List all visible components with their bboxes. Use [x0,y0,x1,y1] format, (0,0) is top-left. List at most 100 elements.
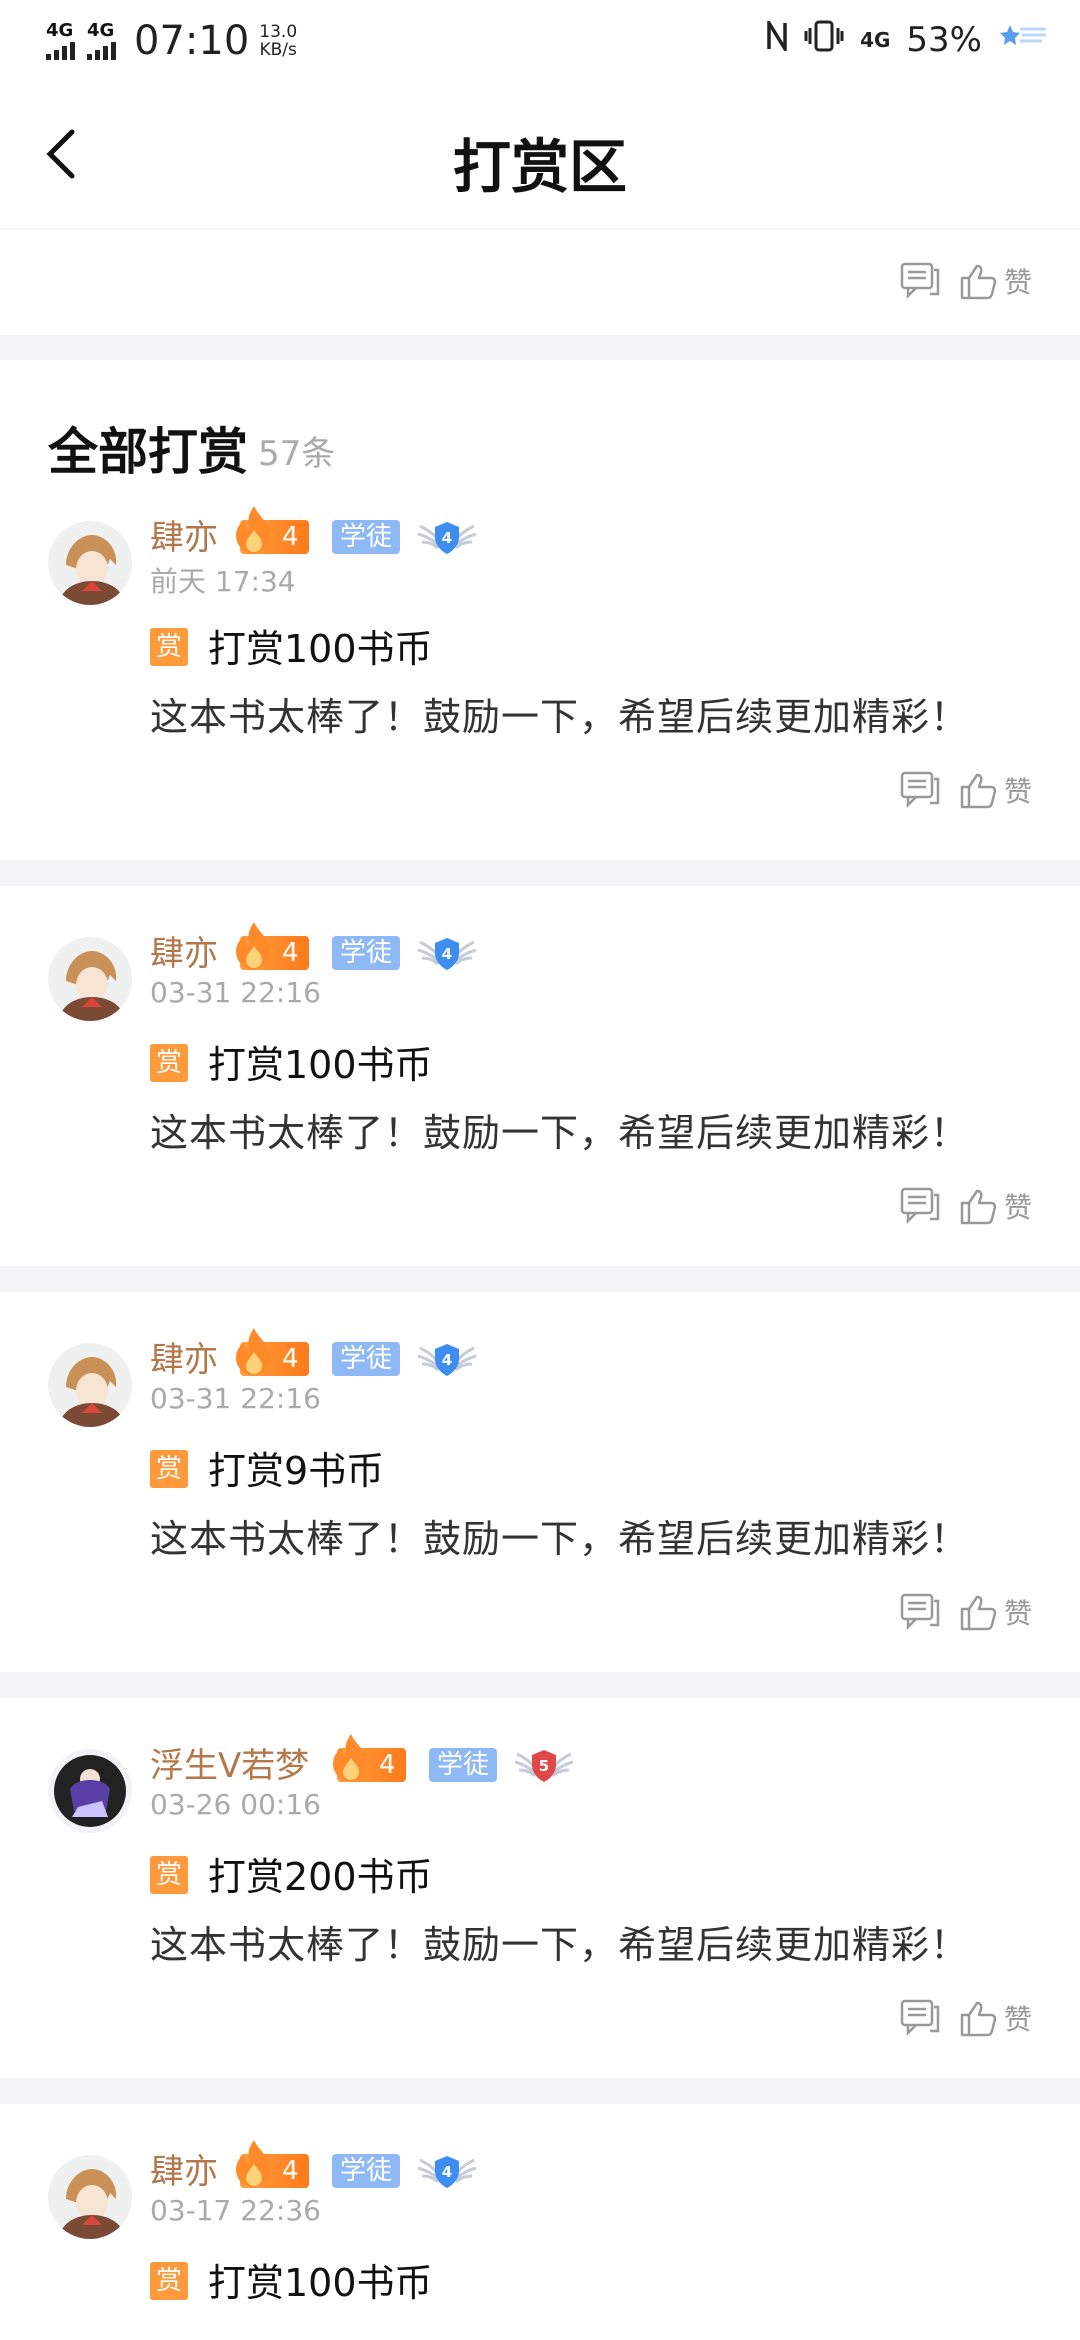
reward-badge: 赏 [150,628,188,666]
comment-button[interactable] [900,1999,940,2037]
username[interactable]: 肆亦 [150,926,218,975]
reward-list-item: 肆亦 4 学徒 4 03-31 22:16 赏打赏9书币 这本书太棒了！鼓励一下，希望后续更… [0,1292,1080,1672]
like-label: 赞 [1003,266,1032,299]
reward-badge: 赏 [150,1856,188,1894]
username[interactable]: 浮生V若梦 [150,1738,309,1787]
comment-button[interactable] [900,1187,940,1225]
reward-list-item: 肆亦 4 学徒 4 03-31 22:16 赏打赏100书币这本书太棒了！鼓励一下，希望后… [0,886,1080,1266]
rank-tag: 学徒 [429,1748,498,1782]
post-time: 03-17 22:36 [150,2194,321,2227]
reward-list-item: 肆亦 4 学徒 4 03-17 22:36 赏打赏100书币 [0,2104,1080,2340]
level-value: 4 [282,938,299,968]
avatar-image [48,2155,132,2239]
like-label: 赞 [1003,1191,1032,1224]
thumbs-up-icon [960,773,997,809]
like-button[interactable]: 赞 [958,1592,1032,1632]
rank-tag: 学徒 [332,520,401,554]
comment-button[interactable] [900,771,940,809]
speed-value: 13.0 [259,22,298,42]
username[interactable]: 肆亦 [150,1332,218,1381]
top-post-actions: 赞 [0,229,1080,335]
comment-button[interactable] [900,262,940,300]
reward-badge: 赏 [150,1044,188,1082]
svg-text:4: 4 [442,529,452,547]
like-label: 赞 [1003,2003,1032,2036]
avatar[interactable] [48,937,132,1021]
comment-icon [900,1187,940,1225]
reward-list-item: 肆亦 4 学徒 4 前天 17:34 赏打赏100书币 这本书太棒了！鼓励一下，希望后续更加… [0,500,1080,860]
thumbs-up-icon [960,1595,997,1631]
wing-badge-icon: 4 [417,522,477,554]
signal-1: 4G [46,22,75,60]
section-count: 57条 [258,434,336,474]
reward-amount: 打赏9书币 [208,1449,385,1493]
network-speed: 13.0 KB/s [259,23,297,59]
comment-icon [900,771,940,809]
reward-amount: 打赏200书币 [208,1855,433,1899]
comment-icon [900,1593,940,1631]
like-button[interactable]: 赞 [958,1998,1032,2038]
post-time: 03-31 22:16 [150,1382,321,1415]
avatar-image [48,521,132,605]
thumbs-up-icon [960,264,997,300]
network-type-label: 4G [46,20,74,41]
level-value: 4 [282,2156,299,2186]
svg-text:4: 4 [442,2163,452,2181]
wing-badge-icon: 4 [417,938,477,970]
level-value: 4 [282,522,299,552]
weather-star-icon [998,20,1048,60]
flame-icon [236,1328,270,1375]
wing-badge-icon: 4 [417,2156,477,2188]
like-button[interactable]: 赞 [958,1186,1032,1226]
flame-icon [236,922,270,969]
level-badge: 4 [236,922,309,970]
page-title: 打赏区 [452,133,627,201]
username[interactable]: 肆亦 [150,2144,218,2193]
reward-message: 这本书太棒了！鼓励一下，希望后续更加精彩！ [150,1923,970,1967]
svg-text:4: 4 [442,945,452,963]
vibrate-icon [804,20,844,60]
signal-2: 4G [87,22,116,60]
post-time: 03-31 22:16 [150,976,321,1009]
like-label: 赞 [1003,1597,1032,1630]
reward-message: 这本书太棒了！鼓励一下，希望后续更加精彩！ [150,1111,970,1155]
comment-icon [900,262,940,300]
avatar[interactable] [48,1343,132,1427]
like-label: 赞 [1003,775,1032,808]
level-value: 4 [379,1750,396,1780]
avatar[interactable] [48,1749,132,1833]
avatar-image [48,1749,132,1833]
like-button[interactable]: 赞 [958,770,1032,810]
comment-button[interactable] [900,1593,940,1631]
level-badge: 4 [236,1328,309,1376]
post-time: 前天 17:34 [150,565,296,598]
level-value: 4 [282,1344,299,1374]
post-time: 03-26 00:16 [150,1788,321,1821]
reward-badge: 赏 [150,1450,188,1488]
wing-badge-icon: 4 [417,1344,477,1376]
username[interactable]: 肆亦 [150,510,218,559]
battery-percent: 53% [906,20,982,60]
svg-text:5: 5 [539,1757,549,1775]
nfc-icon [766,16,788,59]
level-badge: 4 [333,1734,406,1782]
reward-amount: 打赏100书币 [208,1043,433,1087]
flame-icon [236,2140,270,2187]
avatar-image [48,1343,132,1427]
comment-icon [900,1999,940,2037]
thumbs-up-icon [960,1189,997,1225]
avatar[interactable] [48,2155,132,2239]
rank-tag: 学徒 [332,2154,401,2188]
level-badge: 4 [236,2140,309,2188]
rank-tag: 学徒 [332,936,401,970]
reward-list-item: 浮生V若梦 4 学徒 5 03-26 00:16 赏打赏200书币这本书太棒了！鼓励一下，… [0,1698,1080,2078]
status-bar: 4G 4G 07:10 13.0 KB/s 4G 53% [0,0,1080,84]
signal-bars-icon [46,40,75,60]
rank-tag: 学徒 [332,1342,401,1376]
signal-bars-icon [87,40,116,60]
avatar[interactable] [48,521,132,605]
top-nav-bar: 打赏区 [0,84,1080,229]
clock: 07:10 [134,18,250,64]
like-button[interactable]: 赞 [958,261,1032,301]
reward-amount: 打赏100书币 [208,2261,433,2305]
